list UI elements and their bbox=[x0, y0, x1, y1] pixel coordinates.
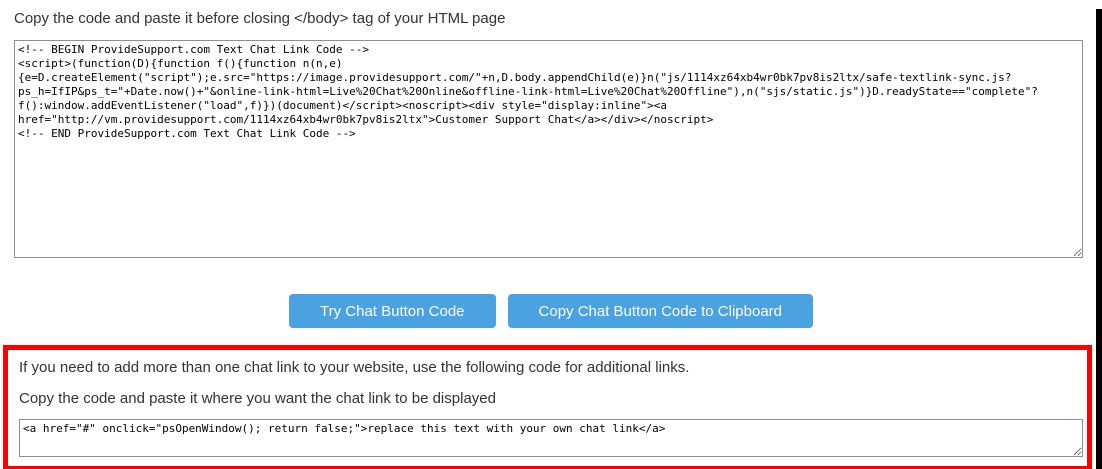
try-chat-button-code-button[interactable]: Try Chat Button Code bbox=[289, 294, 496, 328]
chat-link-code-page: Copy the code and paste it before closin… bbox=[0, 9, 1102, 469]
additional-links-instruction: Copy the code and paste it where you wan… bbox=[19, 389, 1079, 409]
additional-links-note: If you need to add more than one chat li… bbox=[19, 358, 1079, 378]
additional-links-section: If you need to add more than one chat li… bbox=[3, 345, 1092, 469]
top-instruction: Copy the code and paste it before closin… bbox=[14, 9, 1102, 29]
button-row: Try Chat Button Code Copy Chat Button Co… bbox=[0, 294, 1102, 328]
right-edge-strip bbox=[1096, 9, 1102, 469]
chat-link-code-textarea[interactable]: <!-- BEGIN ProvideSupport.com Text Chat … bbox=[14, 40, 1083, 258]
extra-chat-link-code-textarea[interactable]: <a href="#" onclick="psOpenWindow(); ret… bbox=[19, 419, 1083, 457]
copy-chat-button-code-to-clipboard-button[interactable]: Copy Chat Button Code to Clipboard bbox=[508, 294, 813, 328]
